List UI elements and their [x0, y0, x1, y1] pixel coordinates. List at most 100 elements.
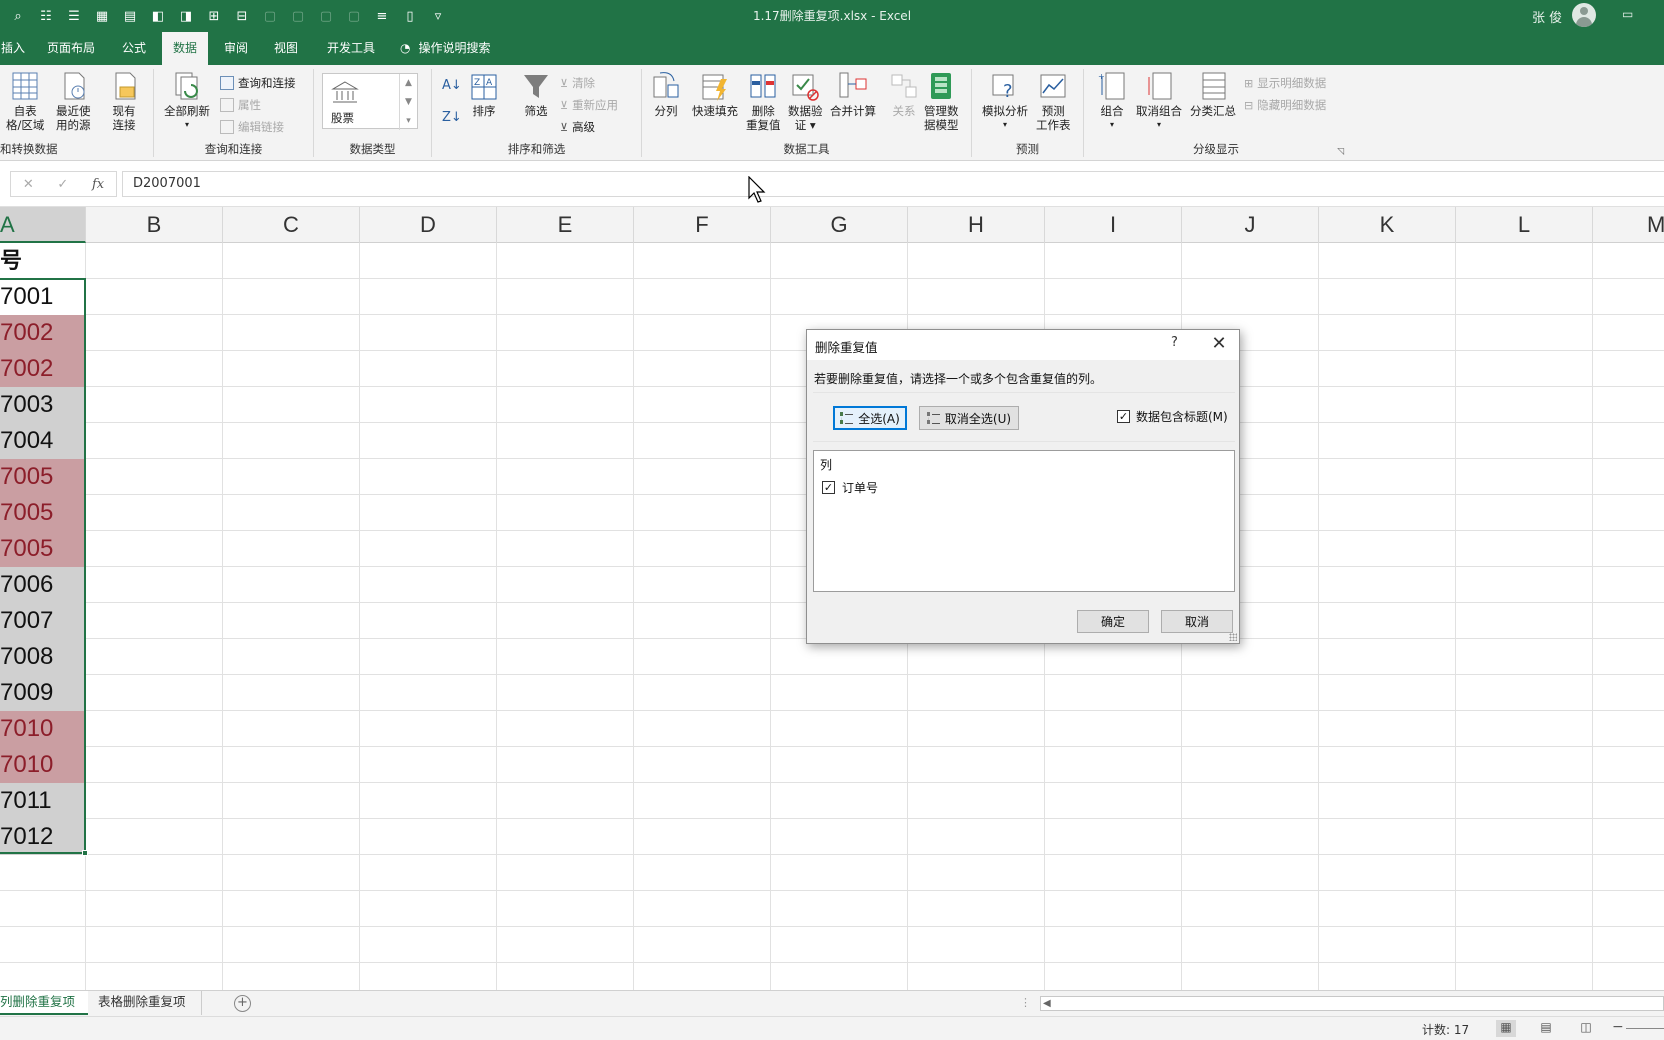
table-row[interactable]: 7010 [0, 747, 86, 783]
tab-developer[interactable]: 开发工具 [318, 32, 384, 65]
form-icon[interactable]: ▤ [118, 6, 142, 26]
tab-page-layout[interactable]: 页面布局 [40, 32, 102, 65]
column-list-item[interactable]: ✓ 订单号 [822, 479, 878, 496]
table-row[interactable]: 7011 [0, 783, 86, 819]
table-row[interactable]: 7012 [0, 819, 86, 855]
sort-button[interactable]: ZA 排序 [468, 69, 500, 118]
column-header-c[interactable]: C [223, 207, 360, 243]
advanced-filter-button[interactable]: ⊻ 高级 [560, 117, 595, 137]
column-header-i[interactable]: I [1045, 207, 1182, 243]
table-row[interactable]: 7008 [0, 639, 86, 675]
cancel-button[interactable]: 取消 [1161, 610, 1233, 633]
tab-insert[interactable]: 插入 [0, 32, 26, 65]
column-header-m[interactable]: M [1593, 207, 1664, 243]
recent-sources-button[interactable]: 最近使 用的源 [56, 69, 91, 132]
tab-splitter-icon[interactable]: ⋮ [1020, 996, 1031, 1009]
sort-icon[interactable]: ☷ [34, 6, 58, 26]
sort-descending-button[interactable]: Z↓ [442, 107, 462, 127]
column-header-h[interactable]: H [908, 207, 1045, 243]
column-list[interactable]: 列 ✓ 订单号 [813, 450, 1235, 592]
comment-icon[interactable]: ◧ [146, 6, 170, 26]
column-header-f[interactable]: F [634, 207, 771, 243]
table-row[interactable]: 7006 [0, 567, 86, 603]
has-headers-option[interactable]: ✓ 数据包含标题(M) [1117, 408, 1228, 425]
manage-data-model-button[interactable]: 管理数 据模型 [924, 69, 959, 132]
table-row[interactable]: 7005 [0, 495, 86, 531]
column-header-b[interactable]: B [86, 207, 223, 243]
column-header-e[interactable]: E [497, 207, 634, 243]
queries-connections-button[interactable]: 查询和连接 [220, 73, 296, 93]
dialog-launcher-icon[interactable]: ◹ [1337, 147, 1344, 157]
sort-ascending-button[interactable]: A↓ [442, 75, 462, 95]
consolidate-button[interactable]: 合并计算 [830, 69, 876, 118]
align-icon[interactable]: ≡ [370, 6, 394, 26]
select-all-button[interactable]: 全选(A) [833, 406, 907, 430]
page-break-view-icon[interactable]: ◫ [1576, 1020, 1596, 1037]
scroll-left-icon[interactable]: ◀ [1043, 997, 1051, 1010]
table-row[interactable]: 7007 [0, 603, 86, 639]
clear-icon[interactable]: ◨ [174, 6, 198, 26]
table-row[interactable]: 7005 [0, 459, 86, 495]
group-button[interactable]: + 组合 ▾ [1096, 69, 1128, 132]
zoom-out-icon[interactable]: − [1612, 1019, 1624, 1035]
table-row[interactable]: 7002 [0, 315, 86, 351]
table-row[interactable]: 7009 [0, 675, 86, 711]
normal-view-icon[interactable]: ▦ [1496, 1020, 1516, 1037]
flash-fill-button[interactable]: 快速填充 [692, 69, 738, 118]
tab-data[interactable]: 数据 [162, 32, 208, 65]
subtotal-button[interactable]: 分类汇总 [1190, 69, 1236, 118]
cell-a-header[interactable]: 号 [0, 243, 86, 279]
table-row[interactable]: 7003 [0, 387, 86, 423]
what-if-analysis-button[interactable]: ? 模拟分析 ▾ [982, 69, 1028, 132]
table-row[interactable]: 7001 [0, 279, 86, 315]
column-header-d[interactable]: D [360, 207, 497, 243]
remove-duplicates-button[interactable]: 删除 重复值 [746, 69, 781, 132]
customize-qat-icon[interactable]: ▿ [426, 6, 450, 26]
tab-view[interactable]: 视图 [266, 32, 306, 65]
page-layout-view-icon[interactable]: ▤ [1536, 1020, 1556, 1037]
table-row[interactable]: 7002 [0, 351, 86, 387]
refresh-all-button[interactable]: 全部刷新 ▾ [164, 69, 210, 132]
data-validation-button[interactable]: 数据验 证 ▾ [788, 69, 823, 132]
ok-button[interactable]: 确定 [1077, 610, 1149, 633]
tab-formulas[interactable]: 公式 [114, 32, 154, 65]
horizontal-scrollbar[interactable]: ◀ [1040, 996, 1664, 1011]
calculator-icon[interactable]: ▦ [90, 6, 114, 26]
formula-input[interactable]: D2007001 [122, 171, 1664, 197]
ribbon-display-options-icon[interactable]: ▭ [1622, 7, 1633, 21]
avatar[interactable] [1572, 3, 1596, 27]
fill-handle[interactable] [82, 850, 88, 856]
tab-review[interactable]: 审阅 [216, 32, 256, 65]
ungroup-button[interactable]: 取消组合 ▾ [1136, 69, 1182, 132]
existing-connections-button[interactable]: 现有 连接 [108, 69, 140, 132]
unselect-all-button[interactable]: 取消全选(U) [919, 406, 1019, 430]
column-checkbox[interactable]: ✓ [822, 481, 835, 494]
zoom-slider[interactable] [1626, 1028, 1664, 1029]
gallery-scroll[interactable]: ▲ ▼ ▾ [399, 74, 417, 130]
lock-icon[interactable]: ⊞ [202, 6, 226, 26]
column-header-j[interactable]: J [1182, 207, 1319, 243]
tell-me-search[interactable]: ◔ 操作说明搜索 [400, 32, 491, 65]
resize-grip[interactable] [1229, 633, 1237, 641]
macro-icon[interactable]: ⊟ [230, 6, 254, 26]
table-row[interactable]: 7005 [0, 531, 86, 567]
filter-button[interactable]: 筛选 [520, 69, 552, 118]
print-preview-icon[interactable]: ⌕ [6, 6, 30, 26]
column-header-k[interactable]: K [1319, 207, 1456, 243]
from-table-button[interactable]: 自表 格/区域 [6, 69, 44, 132]
cancel-entry-icon[interactable]: ✕ [23, 177, 34, 192]
column-header-g[interactable]: G [771, 207, 908, 243]
forecast-sheet-button[interactable]: 预测 工作表 [1036, 69, 1071, 132]
sheet-tab-column-dedup[interactable]: 列删除重复项 [0, 991, 88, 1015]
data-type-gallery[interactable]: 股票 ▲ ▼ ▾ [322, 73, 418, 130]
close-icon[interactable]: ✕ [1207, 332, 1231, 356]
sheet-tab-table-dedup[interactable]: 表格删除重复项 [88, 991, 202, 1015]
new-file-icon[interactable]: ▯ [398, 6, 422, 26]
table-row[interactable]: 7004 [0, 423, 86, 459]
has-headers-checkbox[interactable]: ✓ [1117, 410, 1130, 423]
text-to-columns-button[interactable]: 分列 [650, 69, 682, 118]
column-header-a[interactable]: A [0, 207, 86, 243]
indent-icon[interactable]: ☰ [62, 6, 86, 26]
column-header-l[interactable]: L [1456, 207, 1593, 243]
insert-function-icon[interactable]: fx [92, 177, 104, 192]
